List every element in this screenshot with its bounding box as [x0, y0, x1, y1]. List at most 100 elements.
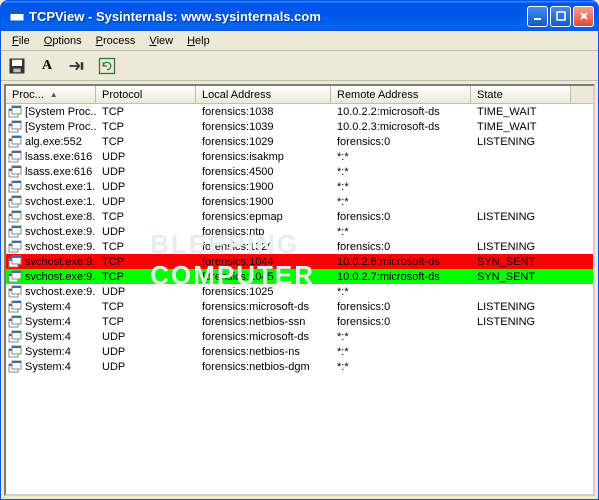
cell-local: forensics:1044	[196, 256, 331, 268]
table-row[interactable]: svchost.exe:1...UDPforensics:1900*:*	[6, 194, 593, 209]
cell-state: TIME_WAIT	[471, 121, 571, 133]
save-button[interactable]	[7, 56, 27, 76]
process-icon	[8, 135, 22, 149]
table-row[interactable]: svchost.exe:9...UDPforensics:1025*:*	[6, 284, 593, 299]
cell-remote: forensics:0	[331, 136, 471, 148]
cell-state: LISTENING	[471, 136, 571, 148]
table-row[interactable]: svchost.exe:9...UDPforensics:ntp*:*	[6, 224, 593, 239]
menu-file[interactable]: File	[5, 33, 37, 49]
process-icon	[8, 105, 22, 119]
cell-process: System:4	[6, 300, 96, 314]
cell-state: SYN_SENT	[471, 256, 571, 268]
titlebar[interactable]: TCPView - Sysinternals: www.sysinternals…	[1, 1, 598, 31]
cell-remote: *:*	[331, 166, 471, 178]
column-header-remote[interactable]: Remote Address	[331, 86, 471, 103]
table-row[interactable]: svchost.exe:9...TCPforensics:104410.0.2.…	[6, 254, 593, 269]
cell-protocol: UDP	[96, 151, 196, 163]
menu-view[interactable]: View	[142, 33, 180, 49]
cell-protocol: UDP	[96, 181, 196, 193]
cell-state: LISTENING	[471, 211, 571, 223]
process-icon	[8, 195, 22, 209]
connect-button[interactable]	[67, 56, 87, 76]
cell-process: System:4	[6, 345, 96, 359]
cell-process: System:4	[6, 330, 96, 344]
cell-process: lsass.exe:616	[6, 165, 96, 179]
process-icon	[8, 270, 22, 284]
cell-process: svchost.exe:1...	[6, 180, 96, 194]
cell-remote: forensics:0	[331, 211, 471, 223]
app-icon	[9, 8, 25, 24]
table-row[interactable]: System:4TCPforensics:netbios-ssnforensic…	[6, 314, 593, 329]
table-row[interactable]: alg.exe:552TCPforensics:1029forensics:0L…	[6, 134, 593, 149]
cell-protocol: TCP	[96, 241, 196, 253]
cell-local: forensics:4500	[196, 166, 331, 178]
cell-remote: 10.0.2.7:microsoft-ds	[331, 271, 471, 283]
column-header-process[interactable]: Proc...▲	[6, 86, 96, 103]
process-icon	[8, 165, 22, 179]
cell-local: forensics:1029	[196, 136, 331, 148]
cell-local: forensics:1039	[196, 121, 331, 133]
table-row[interactable]: [System Proc...TCPforensics:103810.0.2.2…	[6, 104, 593, 119]
cell-local: forensics:microsoft-ds	[196, 301, 331, 313]
cell-local: forensics:isakmp	[196, 151, 331, 163]
connect-icon	[67, 56, 87, 76]
process-icon	[8, 345, 22, 359]
column-header-protocol[interactable]: Protocol	[96, 86, 196, 103]
cell-protocol: TCP	[96, 271, 196, 283]
cell-protocol: TCP	[96, 301, 196, 313]
rows-container[interactable]: [System Proc...TCPforensics:103810.0.2.2…	[6, 104, 593, 494]
cell-protocol: TCP	[96, 136, 196, 148]
menu-process[interactable]: Process	[89, 33, 143, 49]
cell-state: SYN_SENT	[471, 271, 571, 283]
cell-process: System:4	[6, 315, 96, 329]
cell-local: forensics:1025	[196, 286, 331, 298]
refresh-button[interactable]	[97, 56, 117, 76]
menu-options[interactable]: Options	[37, 33, 89, 49]
connections-listview[interactable]: Proc...▲ Protocol Local Address Remote A…	[4, 84, 595, 496]
menu-help[interactable]: Help	[180, 33, 217, 49]
maximize-button[interactable]	[550, 6, 571, 27]
process-icon	[8, 285, 22, 299]
cell-process: [System Proc...	[6, 105, 96, 119]
table-row[interactable]: svchost.exe:9...TCPforensics:1320forensi…	[6, 239, 593, 254]
cell-local: forensics:netbios-ns	[196, 346, 331, 358]
cell-process: svchost.exe:9...	[6, 255, 96, 269]
column-header-state[interactable]: State	[471, 86, 571, 103]
cell-protocol: TCP	[96, 211, 196, 223]
cell-remote: forensics:0	[331, 241, 471, 253]
table-row[interactable]: lsass.exe:616UDPforensics:4500*:*	[6, 164, 593, 179]
cell-process: alg.exe:552	[6, 135, 96, 149]
table-row[interactable]: [System Proc...TCPforensics:103910.0.2.3…	[6, 119, 593, 134]
close-button[interactable]	[573, 6, 594, 27]
table-row[interactable]: svchost.exe:8...TCPforensics:epmapforens…	[6, 209, 593, 224]
cell-protocol: UDP	[96, 331, 196, 343]
cell-process: [System Proc...	[6, 120, 96, 134]
cell-remote: *:*	[331, 181, 471, 193]
cell-remote: *:*	[331, 346, 471, 358]
table-row[interactable]: System:4TCPforensics:microsoft-dsforensi…	[6, 299, 593, 314]
table-row[interactable]: System:4UDPforensics:microsoft-ds*:*	[6, 329, 593, 344]
cell-protocol: TCP	[96, 316, 196, 328]
cell-process: svchost.exe:9...	[6, 225, 96, 239]
cell-remote: forensics:0	[331, 316, 471, 328]
font-button[interactable]: A	[37, 56, 57, 76]
column-header-row: Proc...▲ Protocol Local Address Remote A…	[6, 86, 593, 104]
cell-process: lsass.exe:616	[6, 150, 96, 164]
table-row[interactable]: svchost.exe:1...UDPforensics:1900*:*	[6, 179, 593, 194]
cell-protocol: UDP	[96, 286, 196, 298]
cell-protocol: UDP	[96, 346, 196, 358]
table-row[interactable]: svchost.exe:9...TCPforensics:104510.0.2.…	[6, 269, 593, 284]
cell-local: forensics:ntp	[196, 226, 331, 238]
cell-protocol: TCP	[96, 106, 196, 118]
cell-remote: 10.0.2.2:microsoft-ds	[331, 106, 471, 118]
cell-protocol: TCP	[96, 121, 196, 133]
table-row[interactable]: lsass.exe:616UDPforensics:isakmp*:*	[6, 149, 593, 164]
cell-remote: forensics:0	[331, 301, 471, 313]
table-row[interactable]: System:4UDPforensics:netbios-ns*:*	[6, 344, 593, 359]
window-title: TCPView - Sysinternals: www.sysinternals…	[29, 9, 527, 24]
table-row[interactable]: System:4UDPforensics:netbios-dgm*:*	[6, 359, 593, 374]
cell-local: forensics:netbios-dgm	[196, 361, 331, 373]
column-header-local[interactable]: Local Address	[196, 86, 331, 103]
cell-local: forensics:1045	[196, 271, 331, 283]
minimize-button[interactable]	[527, 6, 548, 27]
